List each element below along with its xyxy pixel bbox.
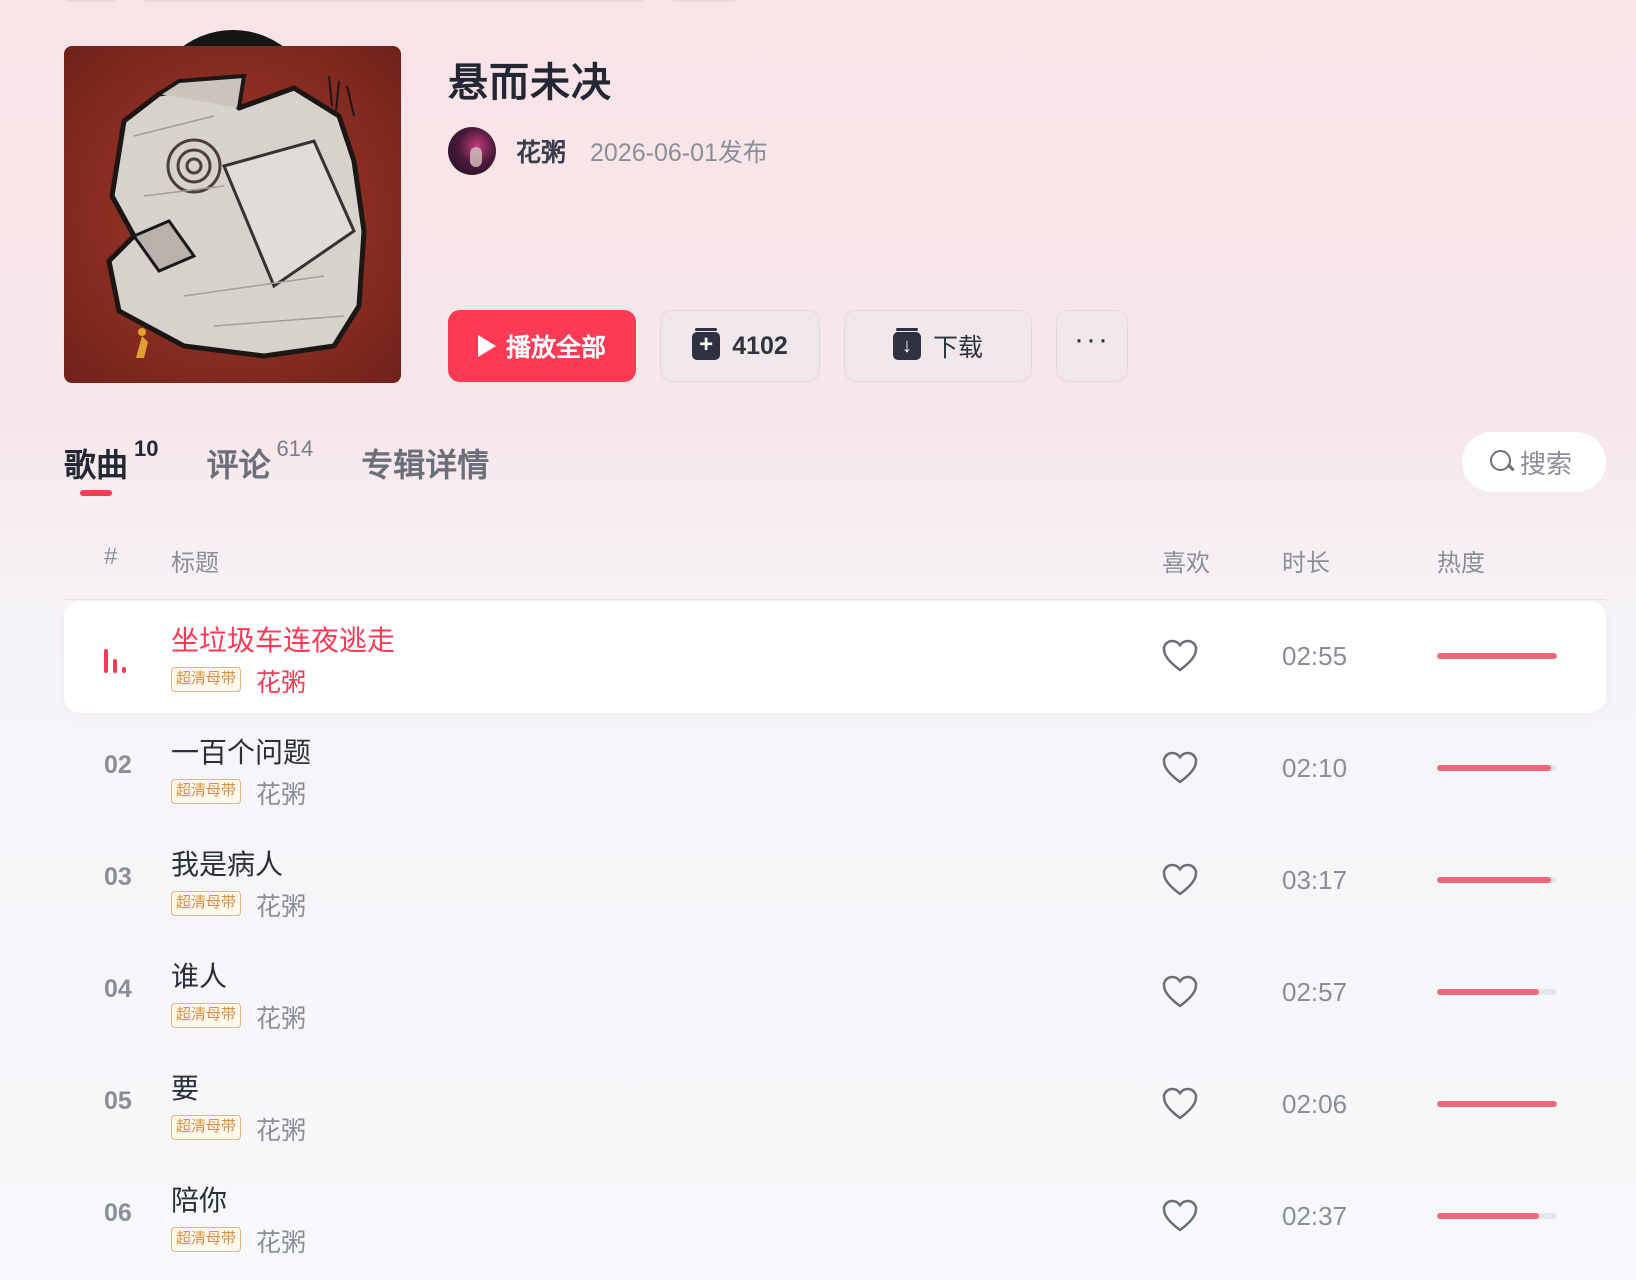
search-input[interactable]: 搜索 — [1462, 432, 1606, 492]
like-heart-icon[interactable] — [1162, 751, 1198, 785]
play-icon — [477, 335, 496, 357]
album-artwork — [106, 73, 367, 359]
song-artist[interactable]: 花粥 — [256, 887, 306, 923]
song-row[interactable]: 04 谁人超清母带 花粥 02:57 — [64, 937, 1606, 1049]
artist-avatar[interactable] — [448, 127, 496, 175]
quality-badge: 超清母带 — [171, 1115, 242, 1140]
download-button[interactable]: 下载 — [844, 310, 1032, 382]
equalizer-bar — [104, 649, 108, 673]
song-title[interactable]: 坐垃圾车连夜逃走 — [171, 619, 395, 659]
album-cover[interactable] — [64, 46, 401, 383]
equalizer-bar — [113, 659, 117, 673]
download-icon — [892, 328, 921, 360]
active-tab-indicator — [80, 490, 112, 496]
song-row[interactable]: 03 我是病人超清母带 花粥 03:17 — [64, 825, 1606, 937]
tab-songs-label: 歌曲 — [64, 447, 129, 483]
album-cover-wrap — [64, 30, 401, 383]
column-header-number: # — [104, 543, 118, 570]
track-number: 03 — [104, 863, 132, 891]
artist-row: 花粥 2026-06-01发布 — [448, 127, 768, 175]
heat-bar — [1437, 877, 1557, 883]
song-artist[interactable]: 花粥 — [256, 663, 306, 699]
like-heart-icon[interactable] — [1162, 975, 1198, 1009]
column-header-title: 标题 — [171, 550, 219, 577]
like-heart-icon[interactable] — [1162, 863, 1198, 897]
song-artist[interactable]: 花粥 — [256, 999, 306, 1035]
song-duration: 03:17 — [1282, 865, 1348, 895]
song-title[interactable]: 要 — [171, 1067, 199, 1107]
column-header-duration[interactable]: 时长 — [1282, 543, 1330, 578]
heat-bar — [1437, 1101, 1557, 1107]
heat-bar — [1437, 989, 1557, 995]
quality-badge: 超清母带 — [171, 667, 242, 692]
top-remnant — [670, 0, 738, 2]
tab-album-details[interactable]: 专辑详情 — [361, 440, 489, 486]
tab-songs[interactable]: 歌曲 10 — [64, 436, 159, 496]
quality-badge: 超清母带 — [171, 1003, 242, 1028]
track-number: 02 — [104, 751, 132, 779]
song-row[interactable]: 02 一百个问题超清母带 花粥 02:10 — [64, 713, 1606, 825]
column-header-heat[interactable]: 热度 — [1437, 543, 1485, 578]
add-to-collection-icon — [692, 328, 721, 360]
song-row[interactable]: 坐垃圾车连夜逃走超清母带 花粥 02:55 — [64, 601, 1606, 713]
heat-bar — [1437, 1213, 1557, 1219]
tab-comments[interactable]: 评论 614 — [206, 436, 314, 486]
search-placeholder: 搜索 — [1520, 448, 1573, 479]
song-row[interactable]: 05 要超清母带 花粥 02:06 — [64, 1049, 1606, 1161]
top-remnant — [140, 0, 646, 2]
search-icon — [1490, 450, 1514, 474]
tab-album-details-label: 专辑详情 — [361, 447, 490, 483]
song-duration: 02:57 — [1282, 977, 1348, 1007]
more-button[interactable]: ··· — [1056, 310, 1128, 382]
tab-comments-label: 评论 — [206, 447, 271, 483]
song-title[interactable]: 谁人 — [171, 955, 227, 995]
song-title[interactable]: 陪你 — [171, 1179, 227, 1219]
heat-bar-fill — [1437, 653, 1557, 659]
heat-bar-fill — [1437, 765, 1551, 771]
song-duration: 02:37 — [1282, 1201, 1348, 1231]
song-duration: 02:55 — [1282, 641, 1348, 671]
track-number: 05 — [104, 1087, 132, 1115]
release-date: 2026-06-01发布 — [590, 139, 768, 167]
top-remnant — [64, 0, 118, 2]
album-title: 悬而未决 — [448, 61, 612, 105]
like-heart-icon[interactable] — [1162, 1087, 1198, 1121]
heat-bar — [1437, 653, 1557, 659]
collect-count: 4102 — [732, 331, 788, 360]
song-artist[interactable]: 花粥 — [256, 775, 306, 811]
heat-bar-fill — [1437, 989, 1539, 995]
like-heart-icon[interactable] — [1162, 639, 1198, 673]
header-divider — [64, 599, 1606, 600]
download-label: 下载 — [932, 334, 983, 362]
play-all-label: 播放全部 — [505, 334, 606, 362]
more-icon: ··· — [1074, 323, 1110, 356]
collect-button[interactable]: 4102 — [660, 310, 820, 382]
tab-songs-count: 10 — [134, 436, 159, 461]
song-row[interactable]: 06 陪你超清母带 花粥 02:37 — [64, 1161, 1606, 1273]
heat-bar-fill — [1437, 877, 1551, 883]
heat-bar — [1437, 765, 1557, 771]
song-artist[interactable]: 花粥 — [256, 1111, 306, 1147]
song-duration: 02:10 — [1282, 753, 1348, 783]
tab-comments-count: 614 — [276, 436, 314, 461]
quality-badge: 超清母带 — [171, 779, 242, 804]
like-heart-icon[interactable] — [1162, 1199, 1198, 1233]
song-artist[interactable]: 花粥 — [256, 1223, 306, 1259]
song-duration: 02:06 — [1282, 1089, 1348, 1119]
quality-badge: 超清母带 — [171, 1227, 242, 1252]
heat-bar-fill — [1437, 1101, 1557, 1107]
track-number: 04 — [104, 975, 132, 1003]
song-title[interactable]: 我是病人 — [171, 843, 283, 883]
tab-bar: 歌曲 10 评论 614 专辑详情 — [64, 436, 537, 496]
play-all-button[interactable]: 播放全部 — [448, 310, 636, 382]
heat-bar-fill — [1437, 1213, 1539, 1219]
now-playing-icon — [104, 641, 134, 673]
track-number: 06 — [104, 1199, 132, 1227]
equalizer-bar — [122, 667, 126, 673]
artist-name[interactable]: 花粥 — [516, 133, 566, 169]
quality-badge: 超清母带 — [171, 891, 242, 916]
column-header-like: 喜欢 — [1162, 550, 1210, 577]
song-title[interactable]: 一百个问题 — [171, 731, 311, 771]
